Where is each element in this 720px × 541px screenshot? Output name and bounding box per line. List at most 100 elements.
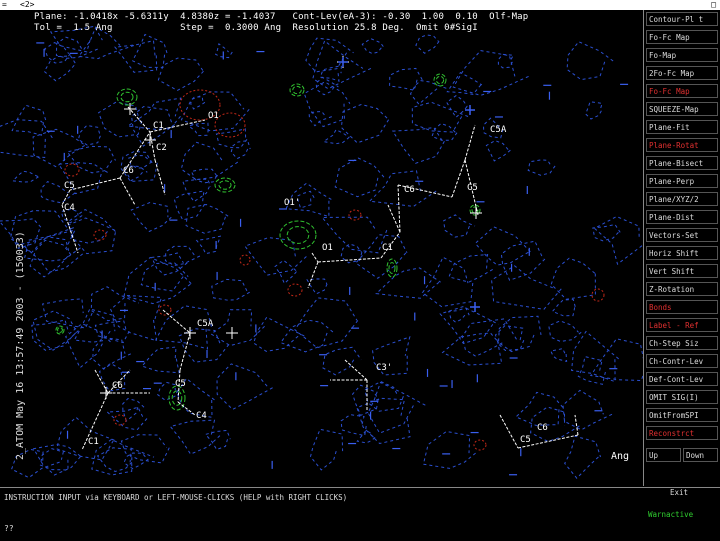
menu-item[interactable]: Ch-Contr-Lev (646, 354, 718, 368)
menu-item[interactable]: Def-Cont-Lev (646, 372, 718, 386)
menu-item[interactable]: OMIT SIG(I) (646, 390, 718, 404)
negative-contour (422, 430, 476, 469)
bond-line (464, 124, 476, 161)
negative-contour (485, 140, 511, 162)
negative-contour (592, 223, 621, 242)
negative-contour (31, 319, 77, 351)
negative-contour (415, 34, 440, 54)
window-menu-icon[interactable]: = (2, 0, 7, 10)
negative-contour (441, 318, 518, 366)
negative-contour (550, 348, 568, 363)
negative-contour (515, 391, 565, 426)
menu-item[interactable]: 2Fo-Fc Map (646, 66, 718, 80)
menu-item[interactable]: Fo-Fc Map (646, 30, 718, 44)
menu-item[interactable]: Contour-Pl t (646, 12, 718, 26)
menu-item[interactable]: Vectors-Set (646, 228, 718, 242)
negative-contour (334, 157, 385, 198)
plane-equation-header: Plane: -1.0418x -5.6311y 4.8380z = -1.40… (34, 12, 529, 22)
difference-map-plot[interactable]: C1 O1 C2 C6 C5 C4 O1' O1 C1 C6 C5 C5A C5A C6 C5 C4 C1 C3'… (0, 10, 643, 486)
menu-down-button[interactable]: Down (683, 448, 718, 462)
command-menu: Contour-Pl t Fo-Fc Map Fo-Map 2Fo-Fc Map Fo-… (644, 10, 720, 486)
contour-map-panel[interactable]: C1 O1 C2 C6 C5 C4 O1' O1 C1 C6 C5 C5A C5A C6 C5 C4 C1 C3'… (0, 10, 644, 486)
bond-line (149, 131, 156, 161)
negative-contour (55, 36, 98, 59)
negative-contour (32, 310, 79, 351)
menu-item[interactable]: Plane-Fit (646, 120, 718, 134)
bond-line (317, 257, 382, 263)
negative-contour (562, 389, 613, 431)
negative-contour (77, 124, 101, 146)
negative-contour (92, 337, 132, 370)
negative-contour (446, 94, 468, 119)
negative-contour (130, 201, 172, 233)
negative-contour (355, 234, 408, 279)
negative-contour (340, 103, 390, 144)
negative-contour (448, 254, 493, 283)
negative-difference-contour (113, 414, 127, 426)
axis-unit-label: Ang (611, 451, 630, 462)
negative-contour (368, 170, 437, 208)
bond-line (119, 177, 136, 206)
bond-line (69, 177, 121, 191)
menu-item[interactable]: Plane-Perp (646, 174, 718, 188)
negative-contour (68, 217, 118, 244)
atom-label: C5A (490, 125, 507, 135)
atom-label: C3' (376, 363, 392, 373)
atom-label: C5 (64, 181, 75, 191)
menu-item[interactable]: Plane-Rotat (646, 138, 718, 152)
menu-item[interactable]: Reconstrct (646, 426, 718, 440)
window-titlebar: = <2> □ (0, 0, 720, 10)
menu-item[interactable]: Ch-Step Siz (646, 336, 718, 350)
menu-item[interactable]: Z-Rotation (646, 282, 718, 296)
negative-contour (253, 316, 305, 352)
bond-line (162, 309, 191, 334)
atom-label: C5A (197, 319, 214, 329)
instruction-text: INSTRUCTION INPUT via KEYBOARD or LEFT-M… (4, 493, 348, 502)
menu-item[interactable]: OmitFromSPI (646, 408, 718, 422)
negative-contour (110, 294, 163, 342)
negative-contour (577, 355, 606, 385)
exit-button[interactable]: Exit (670, 488, 688, 497)
menu-item[interactable]: Vert Shift (646, 264, 718, 278)
negative-contour (96, 447, 133, 473)
negative-contour (105, 406, 148, 431)
warn-active-button[interactable]: Warnactive (648, 510, 693, 519)
negative-contour (474, 226, 532, 266)
menu-item[interactable]: SQUEEZE-Map (646, 102, 718, 116)
menu-item[interactable]: Plane-Dist (646, 210, 718, 224)
negative-contour (500, 240, 546, 281)
menu-item[interactable]: Label - Ref (646, 318, 718, 332)
negative-contour (309, 428, 344, 471)
negative-contour (305, 37, 354, 73)
negative-contour (215, 128, 248, 149)
negative-contour (308, 111, 332, 127)
maximize-icon[interactable]: □ (711, 0, 716, 10)
menu-item[interactable]: Horiz Shift (646, 246, 718, 260)
atom-label: C1 (88, 437, 99, 447)
negative-contour (571, 330, 620, 383)
negative-contour (141, 346, 180, 374)
positive-contour (289, 83, 305, 97)
side-label-text: 2_ATOM May 16 13:57:49 2003 - (150033) (15, 231, 26, 460)
negative-contour (356, 397, 411, 445)
menu-item[interactable]: Plane/XYZ/2 (646, 192, 718, 206)
negative-contour (211, 278, 250, 301)
menu-item[interactable]: Bonds (646, 300, 718, 314)
menu-up-button[interactable]: Up (646, 448, 681, 462)
menu-item[interactable]: Fo-Map (646, 48, 718, 62)
negative-contour (548, 320, 582, 343)
menu-item[interactable]: Fo-Fc Map (646, 84, 718, 98)
negative-contour (230, 140, 251, 160)
negative-contour (123, 452, 149, 470)
atom-label: C6 (537, 423, 548, 433)
negative-contour (279, 319, 335, 353)
negative-contour (274, 259, 298, 285)
menu-item[interactable]: Plane-Bisect (646, 156, 718, 170)
negative-contour (66, 145, 116, 174)
command-prompt[interactable]: ?? (4, 524, 14, 533)
negative-contour (195, 235, 222, 255)
negative-difference-contour (64, 163, 80, 177)
atom-label: C4 (196, 411, 207, 421)
negative-contour (550, 257, 596, 300)
negative-contour (90, 286, 140, 322)
